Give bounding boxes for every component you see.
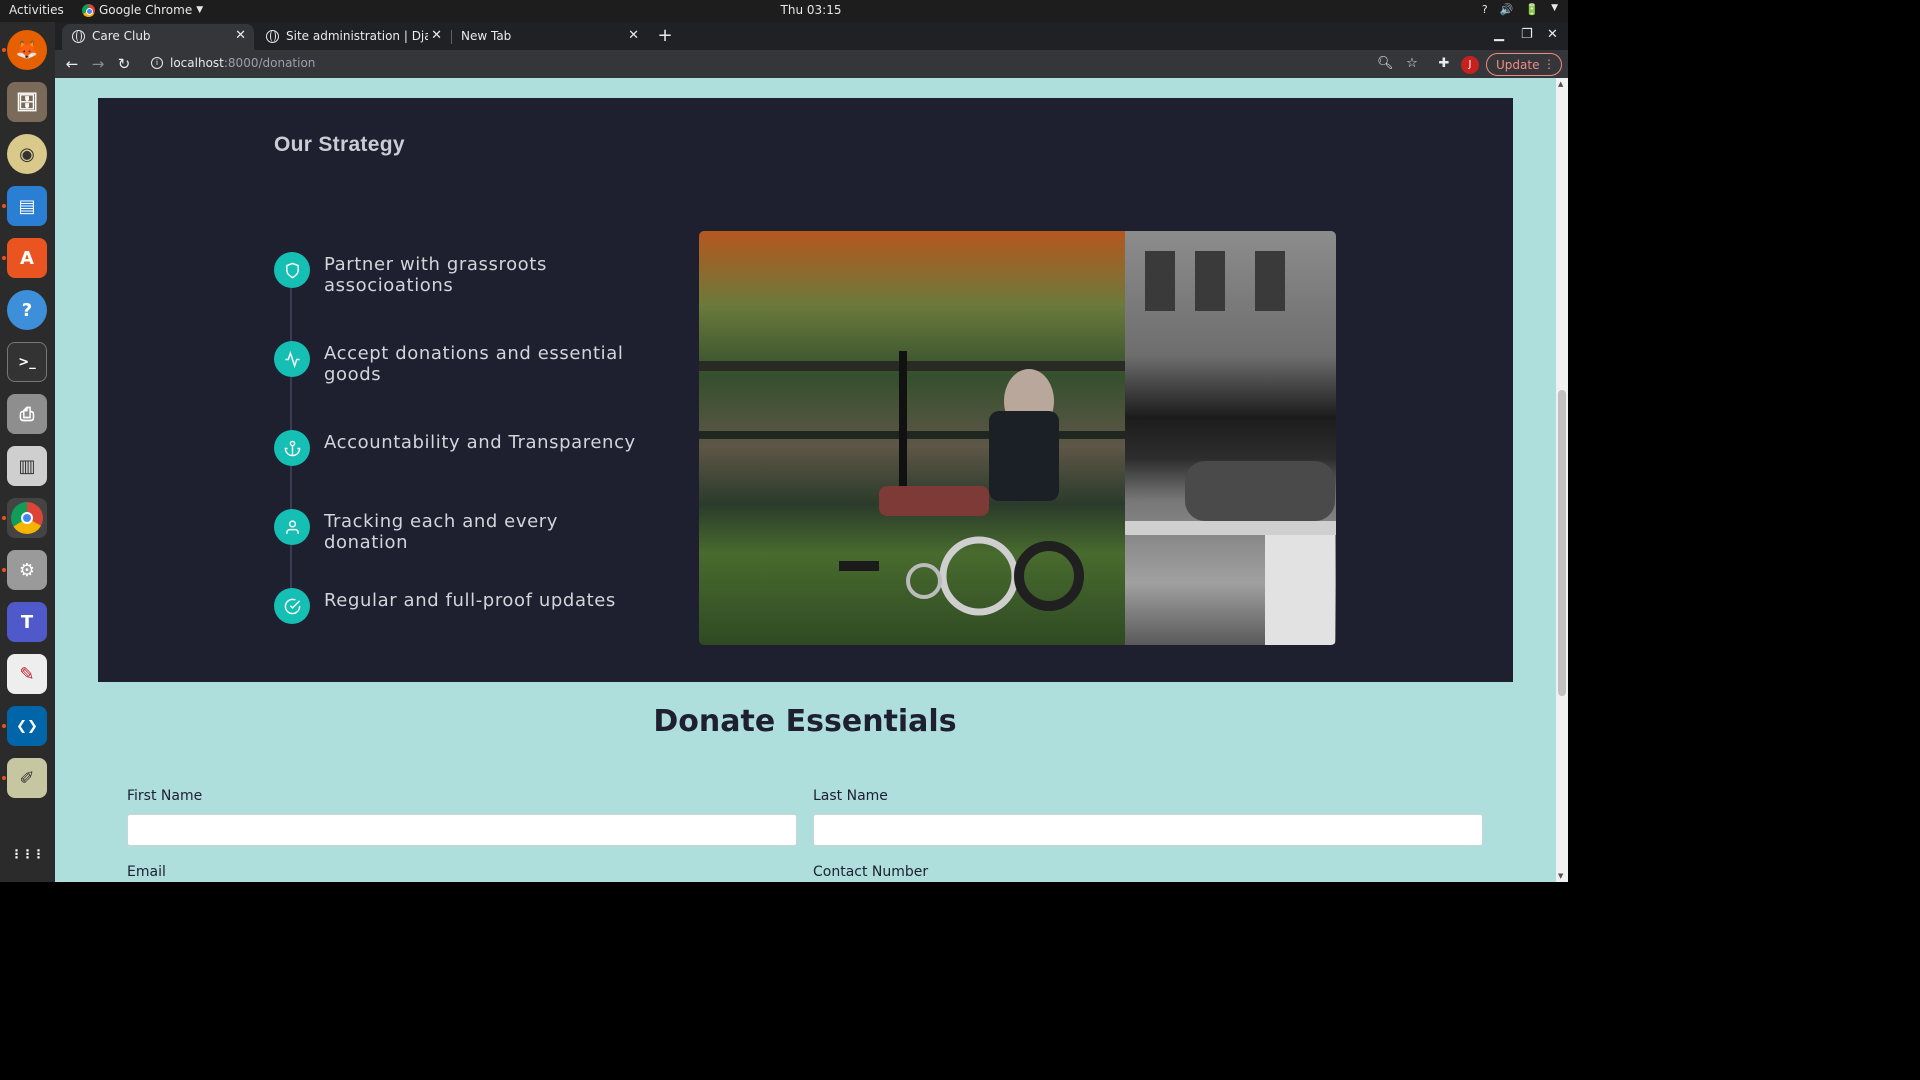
writer-icon[interactable]: ▤ bbox=[7, 186, 47, 226]
running-indicator bbox=[2, 776, 6, 780]
globe-icon bbox=[266, 30, 279, 43]
strategy-title: Our Strategy bbox=[274, 133, 405, 156]
running-indicator bbox=[2, 256, 6, 260]
last-name-field[interactable] bbox=[813, 814, 1483, 846]
help-icon[interactable]: ? bbox=[1482, 3, 1488, 16]
browser-window: Care Club ✕ Site administration | Django… bbox=[55, 22, 1568, 882]
donate-title: Donate Essentials bbox=[653, 704, 957, 739]
shield-icon bbox=[274, 252, 310, 288]
scrollbar-thumb[interactable] bbox=[1558, 390, 1566, 696]
strategy-photo bbox=[699, 231, 1336, 645]
app-grid-icon[interactable]: ⋮⋮⋮ bbox=[7, 834, 47, 874]
new-tab-button[interactable]: + bbox=[653, 26, 677, 48]
tab-title: Site administration | Django site admin bbox=[286, 29, 428, 43]
more-menu-icon[interactable]: ⋮ bbox=[1543, 57, 1555, 71]
photo-street-bench bbox=[1125, 231, 1336, 645]
running-indicator bbox=[2, 724, 6, 728]
teams-icon[interactable]: T bbox=[7, 602, 47, 642]
close-window-icon[interactable]: ✕ bbox=[1547, 27, 1558, 42]
anchor-icon bbox=[274, 430, 310, 466]
check-circle-icon bbox=[274, 588, 310, 624]
scroll-down-icon[interactable]: ▼ bbox=[1558, 872, 1563, 880]
scroll-up-icon[interactable]: ▲ bbox=[1558, 80, 1563, 88]
help-icon[interactable]: ? bbox=[7, 290, 47, 330]
page-scrollbar[interactable]: ▲ ▼ bbox=[1556, 78, 1568, 882]
clock[interactable]: Thu 03:15 bbox=[0, 3, 1622, 17]
running-indicator bbox=[2, 516, 6, 520]
tab-site-administration[interactable]: Site administration | Django site admin … bbox=[256, 24, 450, 50]
printer-icon[interactable]: ⎙ bbox=[7, 394, 47, 434]
activity-icon bbox=[274, 341, 310, 377]
first-name-field[interactable] bbox=[127, 814, 797, 846]
drawing-icon[interactable]: ✐ bbox=[7, 758, 47, 798]
photo-wheelchair-park bbox=[699, 231, 1125, 645]
reload-icon[interactable]: ↻ bbox=[114, 54, 134, 74]
user-icon bbox=[274, 509, 310, 545]
back-icon[interactable]: ← bbox=[62, 54, 82, 74]
page-viewport: Our Strategy Partner with grassroots ass… bbox=[55, 78, 1568, 882]
tab-new-tab[interactable]: New Tab ✕ bbox=[431, 24, 647, 50]
rhythmbox-icon[interactable]: ◉ bbox=[7, 134, 47, 174]
close-tab-icon[interactable]: ✕ bbox=[235, 28, 246, 43]
text-editor-icon[interactable]: ✎ bbox=[7, 654, 47, 694]
bookmark-star-icon[interactable]: ☆ bbox=[1404, 56, 1420, 72]
first-name-label: First Name bbox=[127, 788, 203, 804]
software-center-icon[interactable]: A bbox=[7, 238, 47, 278]
system-top-bar: Activities Google Chrome ▼ Thu 03:15 ? 🔊… bbox=[0, 0, 1568, 22]
contact-number-label: Contact Number bbox=[813, 864, 929, 880]
running-indicator bbox=[2, 568, 6, 572]
terminal-icon[interactable]: >_ bbox=[7, 342, 47, 382]
tab-title: Care Club bbox=[92, 29, 151, 43]
battery-icon[interactable]: 🔋 bbox=[1525, 3, 1539, 16]
restore-icon[interactable]: ❐ bbox=[1521, 27, 1533, 42]
last-name-label: Last Name bbox=[813, 788, 888, 804]
files-icon[interactable]: 🗄 bbox=[7, 82, 47, 122]
url-host: localhost bbox=[170, 56, 224, 70]
settings-icon[interactable]: ⚙ bbox=[7, 550, 47, 590]
address-bar[interactable]: i localhost:8000/donation bbox=[142, 52, 1472, 76]
firefox-icon[interactable]: 🦊 bbox=[7, 30, 47, 70]
url-path: :8000/donation bbox=[223, 56, 316, 70]
running-indicator bbox=[2, 204, 6, 208]
strategy-step-label: Accept donations and essential goods bbox=[324, 343, 624, 385]
minimize-icon[interactable]: ▁ bbox=[1494, 27, 1504, 42]
tab-title: New Tab bbox=[461, 29, 512, 43]
strategy-step-label: Regular and full-proof updates bbox=[324, 590, 616, 611]
chrome-icon[interactable] bbox=[7, 498, 47, 538]
forward-icon[interactable]: → bbox=[88, 54, 108, 74]
update-label: Update bbox=[1496, 58, 1540, 72]
browser-toolbar: ← → ↻ i localhost:8000/donation 🔍︎ ☆ ✚ J… bbox=[55, 50, 1568, 78]
vscode-icon[interactable]: ❮❯ bbox=[7, 706, 47, 746]
extensions-icon[interactable]: ✚ bbox=[1436, 56, 1452, 72]
update-button[interactable]: Update ⋮ bbox=[1486, 53, 1562, 76]
strategy-step-label: Partner with grassroots associoations bbox=[324, 254, 547, 296]
close-tab-icon[interactable]: ✕ bbox=[628, 28, 639, 43]
profile-avatar[interactable]: J bbox=[1461, 56, 1479, 74]
strategy-step-label: Accountability and Transparency bbox=[324, 432, 636, 453]
zoom-icon[interactable]: 🔍︎ bbox=[1377, 56, 1394, 72]
tab-strip: Care Club ✕ Site administration | Django… bbox=[55, 22, 1568, 50]
dock: 🦊 🗄 ◉ ▤ A ? >_ ⎙ ▥ ⚙ T ✎ ❮❯ ✐ ⋮⋮⋮ bbox=[0, 22, 55, 882]
strategy-section: Our Strategy Partner with grassroots ass… bbox=[98, 98, 1513, 682]
chevron-down-icon[interactable]: ▼ bbox=[1551, 3, 1558, 16]
strategy-step-label: Tracking each and every donation bbox=[324, 511, 559, 553]
tab-care-club[interactable]: Care Club ✕ bbox=[62, 24, 254, 50]
system-tray[interactable]: ? 🔊 🔋 ▼ bbox=[1482, 3, 1558, 16]
mixer-icon[interactable]: ▥ bbox=[7, 446, 47, 486]
email-label: Email bbox=[127, 864, 166, 880]
running-indicator bbox=[2, 48, 6, 52]
globe-icon bbox=[72, 30, 85, 43]
site-info-icon[interactable]: i bbox=[151, 57, 163, 69]
volume-icon[interactable]: 🔊 bbox=[1500, 3, 1514, 16]
